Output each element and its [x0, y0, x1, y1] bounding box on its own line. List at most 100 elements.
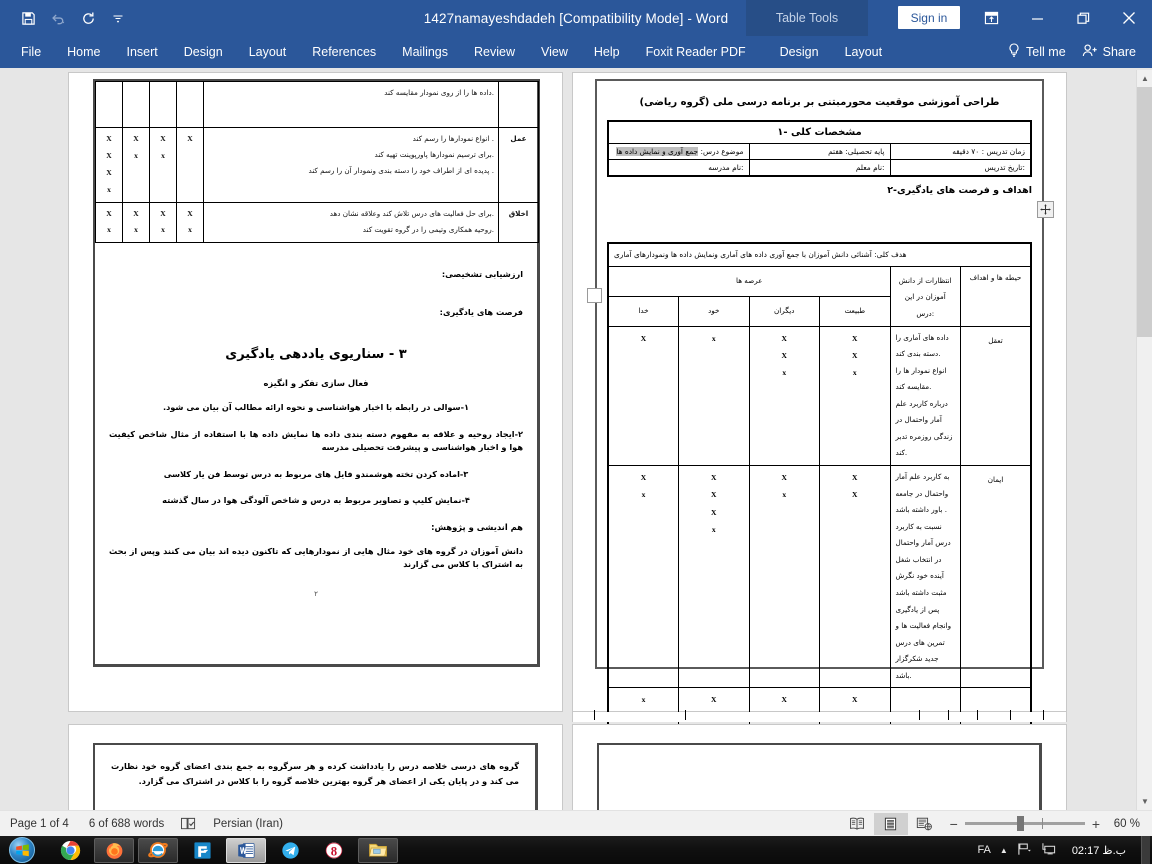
chrome-icon[interactable] [50, 838, 90, 863]
zoom-out-button[interactable]: − [950, 816, 958, 832]
tab-review[interactable]: Review [461, 36, 528, 68]
info-label: زمان تدریس : [981, 147, 1025, 156]
expectation-line: به کاربرد علم آمار واحتمال در جامعه باور… [895, 472, 950, 515]
column-header-digaran: دیگران [748, 295, 820, 327]
tray-clock[interactable]: 02:17 ب.ظ [1066, 844, 1132, 857]
list-item: ۱-سوالی در رابطه با اخبار هواشناسی و نحو… [162, 402, 470, 413]
spelling-check-icon[interactable] [174, 816, 203, 831]
minimize-icon[interactable] [1014, 0, 1060, 36]
table-row[interactable]: موضوع درس: جمع آوری و نمایش داده ها پایه… [607, 143, 1032, 160]
table-row[interactable]: X x XXx XXx داده های آماری را دسته بندی … [607, 325, 1032, 467]
network-icon[interactable] [1041, 842, 1057, 859]
table-row[interactable]: XXXx Xx Xx X انواع نمودارها را رسم کند .… [95, 127, 539, 203]
undo-icon[interactable] [44, 5, 72, 31]
tab-file[interactable]: File [8, 36, 54, 68]
tab-home[interactable]: Home [54, 36, 113, 68]
mark-cell: Xx [149, 201, 177, 244]
content-control-anchor[interactable] [587, 288, 602, 303]
internet-download-manager-icon[interactable]: 8 [314, 838, 354, 863]
general-info-table[interactable]: ۱- مشخصات کلی موضوع درس: جمع آوری و نمای… [607, 120, 1032, 177]
expectation-line: روحیه همکاری وتیمی را در گروه تقویت کند. [362, 224, 494, 234]
file-explorer-icon[interactable] [358, 837, 398, 863]
chevron-up-icon[interactable]: ▲ [1000, 846, 1008, 855]
table-row[interactable]: عرصه ها انتظارات از دانش آموزان در این د… [607, 265, 1032, 327]
zoom-level-label[interactable]: 60 % [1108, 818, 1148, 830]
ribbon-display-options-icon[interactable] [968, 0, 1014, 36]
document-page-right-2[interactable]: فعالیت عملی : [572, 724, 1067, 810]
taskbar-apps: 8 [44, 837, 398, 863]
tell-me-button[interactable]: Tell me [998, 43, 1076, 61]
areas-goals-header: حیطه ها و اهداف [960, 265, 1032, 327]
action-center-flag-icon[interactable] [1017, 842, 1032, 859]
start-orb-icon[interactable] [0, 836, 44, 864]
subheading-activate-thinking: فعال سازی تفکر و انگیزه [263, 378, 369, 389]
ribbon-tab-bar: File Home Insert Design Layout Reference… [0, 36, 1152, 68]
zoom-slider-thumb[interactable] [1016, 816, 1024, 831]
word-icon[interactable] [226, 837, 266, 863]
document-canvas[interactable]: داده ها را از روی نمودار مقایسه کند. XXX… [0, 70, 1152, 810]
tab-design[interactable]: Design [171, 36, 236, 68]
document-page-right[interactable]: طراحی آموزشی موقعیت محورمبتنی بر برنامه … [572, 72, 1067, 756]
telegram-icon[interactable] [270, 838, 310, 863]
scroll-up-icon[interactable]: ▲ [1137, 70, 1152, 87]
table-row[interactable]: Xx XXXx Xx XX به کاربرد علم آمار واحتمال… [607, 465, 1032, 689]
save-icon[interactable] [14, 5, 42, 31]
expectation-cell: انواع نمودارها را رسم کند . برای ترسیم ن… [203, 127, 499, 203]
table-move-handle-icon[interactable] [1037, 201, 1054, 218]
objectives-table-left[interactable]: داده ها را از روی نمودار مقایسه کند. XXX… [95, 81, 539, 244]
vertical-scrollbar[interactable]: ▲ ▼ [1136, 70, 1152, 810]
language-indicator[interactable]: Persian (Iran) [203, 818, 293, 830]
table-row[interactable]: داده ها را از روی نمودار مقایسه کند. [95, 81, 539, 128]
internet-explorer-icon[interactable] [138, 837, 178, 863]
tab-table-design[interactable]: Design [767, 36, 832, 68]
foxit-reader-icon[interactable] [182, 838, 222, 863]
zoom-in-button[interactable]: + [1092, 816, 1100, 832]
tray-language-indicator[interactable]: FA [977, 844, 990, 856]
scrollbar-thumb[interactable] [1137, 87, 1152, 337]
title-bar: 1427namayeshdadeh [Compatibility Mode] -… [0, 0, 1152, 36]
table-row[interactable]: نام مدرسه: نام معلم: تاریخ تدریس: [607, 159, 1032, 177]
share-button[interactable]: Share [1076, 43, 1152, 61]
sign-in-button[interactable]: Sign in [898, 6, 960, 29]
read-mode-icon[interactable] [840, 813, 874, 835]
system-tray: FA ▲ 02:17 ب.ظ [977, 836, 1152, 864]
mark-cell: Xx [122, 127, 150, 203]
tab-view[interactable]: View [528, 36, 581, 68]
tab-foxit-reader-pdf[interactable]: Foxit Reader PDF [633, 36, 759, 68]
document-page-left-2[interactable]: گروه های درسی خلاصه درس را یادداشت کرده … [68, 724, 563, 810]
tab-mailings[interactable]: Mailings [389, 36, 461, 68]
tab-references[interactable]: References [299, 36, 389, 68]
tab-insert[interactable]: Insert [114, 36, 171, 68]
firefox-icon[interactable] [94, 837, 134, 863]
learning-opportunities-label: فرصت های یادگیری: [439, 307, 523, 318]
scroll-down-icon[interactable]: ▼ [1137, 793, 1152, 810]
print-layout-icon[interactable] [873, 812, 908, 835]
document-page-left[interactable]: داده ها را از روی نمودار مقایسه کند. XXX… [68, 72, 563, 712]
tab-layout[interactable]: Layout [236, 36, 300, 68]
page-content-frame-left: داده ها را از روی نمودار مقایسه کند. XXX… [93, 79, 540, 667]
info-cell: زمان تدریس : ۷۰ دقیقه [889, 143, 1032, 160]
page-indicator[interactable]: Page 1 of 4 [0, 818, 79, 830]
web-layout-icon[interactable] [908, 813, 942, 835]
zoom-slider[interactable] [964, 816, 1085, 831]
tab-help[interactable]: Help [581, 36, 633, 68]
table-row[interactable]: ۱- مشخصات کلی [607, 120, 1032, 144]
table-row[interactable]: هدف کلی: آشنائی دانش آموزان با جمع آوری … [607, 242, 1032, 267]
expectation-line: داده های آماری را دسته بندی کند. [895, 332, 949, 359]
restore-icon[interactable] [1060, 0, 1106, 36]
mark-cell [122, 81, 150, 128]
goals-table[interactable]: هدف کلی: آشنائی دانش آموزان با جمع آوری … [607, 242, 1032, 756]
word-count[interactable]: 6 of 688 words [79, 818, 174, 830]
zoom-control[interactable]: − + [942, 816, 1108, 832]
tab-table-layout[interactable]: Layout [832, 36, 896, 68]
close-icon[interactable] [1106, 0, 1152, 36]
row-label: اخلاق [498, 201, 539, 244]
redo-icon[interactable] [74, 5, 102, 31]
page-body-left[interactable]: ارزشیابی تشخیصی: فرصت های یادگیری: ۳ - س… [95, 243, 537, 598]
research-text: دانش آموزان در گروه های خود مثال هایی از… [109, 545, 523, 570]
mark-cell: X [176, 127, 204, 203]
show-desktop-button[interactable] [1141, 836, 1150, 864]
customize-qat-icon[interactable] [104, 5, 132, 31]
info-label: نام مدرسه: [708, 163, 744, 172]
table-row[interactable]: Xx Xx Xx Xx برای حل فعالیت های درس تلاش … [95, 201, 539, 244]
